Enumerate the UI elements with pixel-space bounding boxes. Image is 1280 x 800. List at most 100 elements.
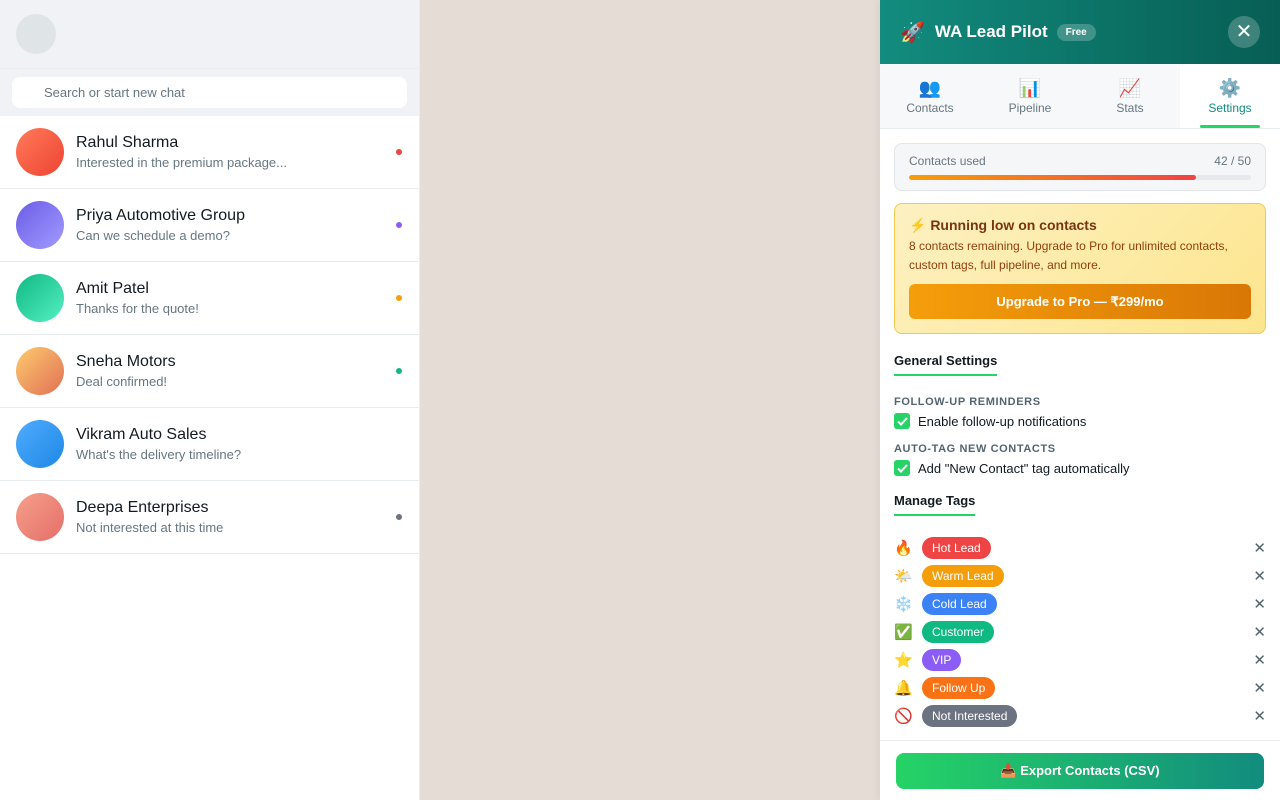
close-icon: ✕ <box>1235 21 1253 43</box>
lead-status-dot <box>396 222 402 228</box>
panel-title: WA Lead Pilot <box>934 22 1048 41</box>
contact-avatar <box>16 201 64 249</box>
tab-label: Pipeline <box>1008 101 1052 115</box>
panel-tabs: 👥 Contacts 📊 Pipeline 📈 Stats ⚙️ Settings <box>880 64 1280 129</box>
remove-tag-icon[interactable]: ✕ <box>1253 651 1266 669</box>
general-settings-title: General Settings <box>894 353 998 376</box>
tag-row: ❄️ Cold Lead ✕ <box>894 590 1266 618</box>
chat-text: Sneha Motors Deal confirmed! <box>76 352 403 391</box>
chat-list-item[interactable]: Vikram Auto Sales What's the delivery tim… <box>0 408 419 481</box>
search-input[interactable] <box>12 77 407 108</box>
lead-status-dot <box>396 295 402 301</box>
chat-text: Amit Patel Thanks for the quote! <box>76 279 403 318</box>
remove-tag-icon[interactable]: ✕ <box>1253 623 1266 641</box>
tag-emoji-icon: 🚫 <box>894 708 913 725</box>
low-contacts-warning: ⚡ Running low on contacts 8 contacts rem… <box>894 203 1266 334</box>
settings-icon: ⚙️ <box>1218 78 1242 98</box>
tag-list: 🔥 Hot Lead ✕ 🌤️ Warm Lead ✕ ❄️ Cold Lead ✕ ✅ Custo… <box>894 534 1266 730</box>
tag-emoji-icon: 🔔 <box>894 680 913 697</box>
tag-row: 🚫 Not Interested ✕ <box>894 702 1266 730</box>
remove-tag-icon[interactable]: ✕ <box>1253 539 1266 557</box>
tag-emoji-icon: 🔥 <box>894 540 913 557</box>
autotag-setting: AUTO-TAG NEW CONTACTS Add "New Contact" … <box>894 443 1266 476</box>
contact-name: Deepa Enterprises <box>76 498 209 516</box>
tag-emoji-icon: ⭐ <box>894 652 913 669</box>
usage-progress-fill <box>909 175 1197 180</box>
chat-text: Priya Automotive Group Can we schedule a … <box>76 206 403 245</box>
chat-list-item[interactable]: Sneha Motors Deal confirmed! <box>0 335 419 408</box>
tab-settings[interactable]: ⚙️ Settings <box>1180 64 1280 128</box>
tab-stats[interactable]: 📈 Stats <box>1080 64 1180 128</box>
tab-label: Stats <box>1116 101 1144 115</box>
checkmark-icon <box>896 463 908 473</box>
message-preview: Interested in the premium package... <box>76 154 288 170</box>
contact-name: Sneha Motors <box>76 352 176 370</box>
remove-tag-icon[interactable]: ✕ <box>1253 707 1266 725</box>
tag-pill: Customer <box>922 621 995 643</box>
panel-footer: 📥 Export Contacts (CSV) <box>880 740 1280 800</box>
manage-tags-title: Manage Tags <box>894 493 976 516</box>
contacts-usage-card: Contacts used 42 / 50 <box>894 143 1266 191</box>
warning-title: ⚡ Running low on contacts <box>909 217 1097 233</box>
export-contacts-button[interactable]: 📥 Export Contacts (CSV) <box>896 753 1264 789</box>
checkmark-icon <box>896 416 908 426</box>
message-preview: What's the delivery timeline? <box>76 446 242 462</box>
autotag-label: AUTO-TAG NEW CONTACTS <box>894 443 1056 455</box>
remove-tag-icon[interactable]: ✕ <box>1253 567 1266 585</box>
tab-label: Contacts <box>906 101 954 115</box>
lead-status-dot <box>396 514 402 520</box>
chat-text: Deepa Enterprises Not interested at this … <box>76 498 403 537</box>
tag-pill: VIP <box>922 649 962 671</box>
conversation-background <box>420 0 880 800</box>
remove-tag-icon[interactable]: ✕ <box>1253 595 1266 613</box>
contact-avatar <box>16 274 64 322</box>
pipeline-icon: 📊 <box>1018 78 1042 98</box>
chat-list-item[interactable]: Deepa Enterprises Not interested at this … <box>0 481 419 554</box>
autotag-option-label: Add "New Contact" tag automatically <box>918 460 1130 476</box>
tab-label: Settings <box>1208 101 1252 115</box>
stats-icon: 📈 <box>1118 78 1142 98</box>
chat-list-item[interactable]: Priya Automotive Group Can we schedule a … <box>0 189 419 262</box>
contact-name: Priya Automotive Group <box>76 206 245 224</box>
contact-avatar <box>16 420 64 468</box>
remove-tag-icon[interactable]: ✕ <box>1253 679 1266 697</box>
panel-header: 🚀 WA Lead Pilot Free ✕ <box>880 0 1280 64</box>
tag-row: ✅ Customer ✕ <box>894 618 1266 646</box>
followup-checkbox[interactable] <box>894 413 910 429</box>
plan-badge: Free <box>1056 23 1096 41</box>
settings-content: Contacts used 42 / 50 ⚡ Running low on c… <box>880 129 1280 740</box>
followup-option-label: Enable follow-up notifications <box>918 413 1087 429</box>
contact-name: Rahul Sharma <box>76 133 179 151</box>
lead-pilot-panel: 🚀 WA Lead Pilot Free ✕ 👥 Contacts 📊 Pipelin… <box>880 0 1280 800</box>
message-preview: Thanks for the quote! <box>76 300 199 316</box>
followup-label: FOLLOW-UP REMINDERS <box>894 396 1041 408</box>
tag-pill: Not Interested <box>922 705 1018 727</box>
my-avatar[interactable] <box>16 14 56 54</box>
tag-row: 🌤️ Warm Lead ✕ <box>894 562 1266 590</box>
usage-count: 42 / 50 <box>1214 154 1251 168</box>
chat-list-pane: Rahul Sharma Interested in the premium pa… <box>0 0 420 800</box>
message-preview: Not interested at this time <box>76 519 224 535</box>
tag-emoji-icon: 🌤️ <box>894 568 913 585</box>
chat-list-item[interactable]: Rahul Sharma Interested in the premium pa… <box>0 116 419 189</box>
chat-list-header <box>0 0 419 69</box>
autotag-checkbox[interactable] <box>894 460 910 476</box>
contact-avatar <box>16 493 64 541</box>
lead-status-dot <box>396 149 402 155</box>
upgrade-button[interactable]: Upgrade to Pro — ₹299/mo <box>909 284 1251 319</box>
tag-pill: Hot Lead <box>922 537 991 559</box>
chat-text: Vikram Auto Sales What's the delivery tim… <box>76 425 403 464</box>
message-preview: Deal confirmed! <box>76 373 168 389</box>
close-panel-button[interactable]: ✕ <box>1228 16 1260 48</box>
tab-contacts[interactable]: 👥 Contacts <box>880 64 980 128</box>
tag-row: ⭐ VIP ✕ <box>894 646 1266 674</box>
tab-pipeline[interactable]: 📊 Pipeline <box>980 64 1080 128</box>
contact-name: Amit Patel <box>76 279 149 297</box>
search-bar <box>0 69 419 116</box>
contact-avatar <box>16 347 64 395</box>
chat-list-item[interactable]: Amit Patel Thanks for the quote! <box>0 262 419 335</box>
tag-emoji-icon: ✅ <box>894 624 913 641</box>
message-preview: Can we schedule a demo? <box>76 227 230 243</box>
tag-emoji-icon: ❄️ <box>894 596 913 613</box>
tag-pill: Follow Up <box>922 677 996 699</box>
